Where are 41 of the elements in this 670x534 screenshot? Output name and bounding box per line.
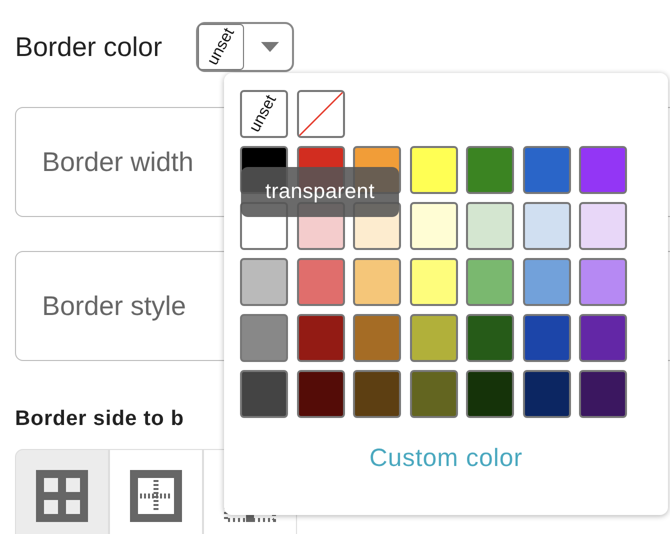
color-swatch[interactable] — [466, 370, 514, 418]
border-outer-icon — [128, 468, 184, 524]
color-swatch[interactable] — [410, 202, 458, 250]
color-swatch[interactable] — [353, 258, 401, 306]
color-swatch[interactable] — [410, 146, 458, 194]
tooltip: transparent — [241, 167, 399, 217]
toggle-button[interactable] — [109, 449, 203, 534]
color-swatch[interactable] — [466, 258, 514, 306]
color-swatch[interactable] — [522, 146, 570, 194]
color-swatch[interactable] — [466, 314, 514, 362]
color-swatch[interactable] — [410, 370, 458, 418]
color-swatch[interactable] — [466, 146, 514, 194]
color-swatch[interactable] — [579, 258, 627, 306]
color-swatch[interactable] — [522, 370, 570, 418]
unset-swatch[interactable]: unset — [198, 24, 244, 70]
caret-icon — [261, 42, 280, 52]
color-swatch[interactable] — [522, 202, 570, 250]
color-swatch[interactable] — [240, 258, 288, 306]
color-swatch[interactable] — [410, 258, 458, 306]
border-all-icon — [34, 468, 90, 524]
color-swatch[interactable] — [522, 314, 570, 362]
color-swatch[interactable] — [579, 314, 627, 362]
color-swatch[interactable] — [240, 314, 288, 362]
color-swatch[interactable] — [296, 258, 344, 306]
transparent-swatch[interactable] — [296, 90, 344, 138]
color-dropdown[interactable]: unset — [196, 22, 294, 72]
color-swatch[interactable] — [522, 258, 570, 306]
color-swatch[interactable] — [579, 370, 627, 418]
color-swatch[interactable] — [579, 202, 627, 250]
color-swatch[interactable] — [410, 314, 458, 362]
color-swatch[interactable] — [296, 314, 344, 362]
color-swatch[interactable] — [353, 370, 401, 418]
color-swatch[interactable] — [466, 202, 514, 250]
field-label: Border color — [15, 32, 162, 62]
color-swatch[interactable] — [296, 370, 344, 418]
color-swatch[interactable] — [240, 370, 288, 418]
section-heading: Border side to b — [15, 407, 186, 431]
color-swatch[interactable] — [353, 314, 401, 362]
toggle-button[interactable] — [15, 449, 109, 534]
unset-swatch[interactable]: unset — [240, 90, 288, 138]
color-swatch[interactable] — [579, 146, 627, 194]
